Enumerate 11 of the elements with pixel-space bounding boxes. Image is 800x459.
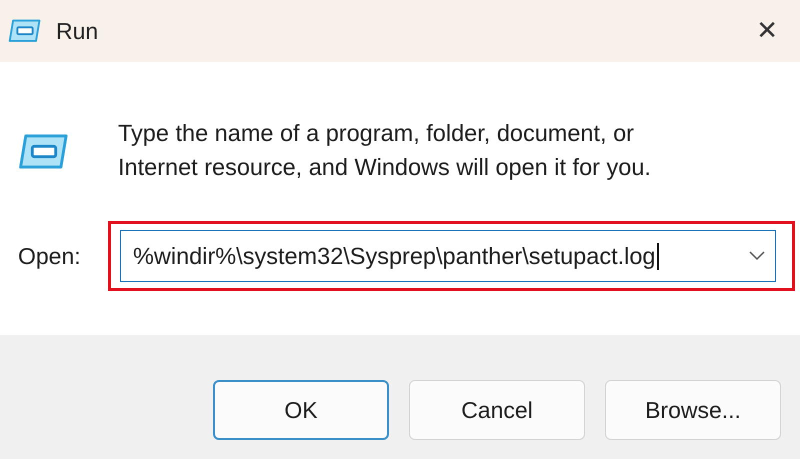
open-combo-box[interactable]: %windir%\system32\Sysprep\panther\setupact.log [120,230,776,282]
close-button[interactable]: ✕ [748,12,786,50]
description-text: Type the name of a program, folder, document, or Internet resource, and Windows will open it for you. [118,119,652,182]
dialog-button[interactable]: OK [213,380,389,440]
run-icon [18,132,70,171]
chevron-down-icon[interactable] [749,251,765,261]
open-label: Open: [18,242,82,270]
window-title: Run [56,18,100,44]
dialog-button[interactable]: Browse... [605,380,781,440]
run-icon [8,18,42,44]
dialog-button[interactable]: Cancel [409,380,585,440]
